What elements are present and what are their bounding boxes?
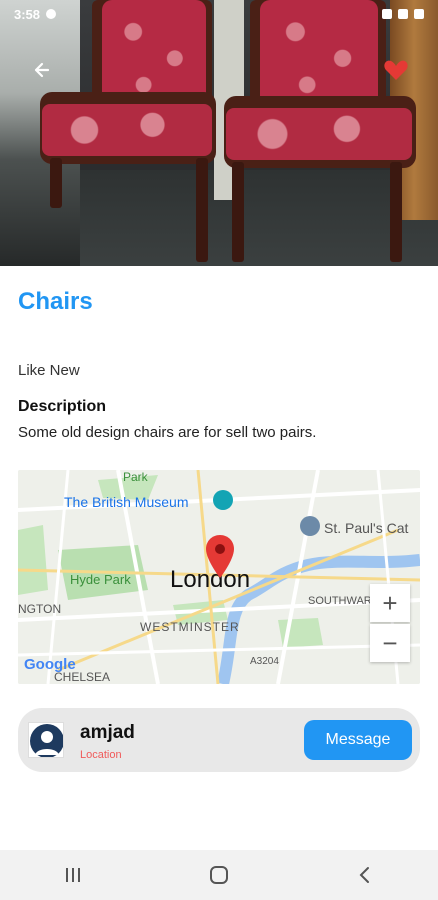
status-icons: [382, 9, 424, 19]
zoom-in-button[interactable]: +: [370, 584, 410, 622]
seller-name: amjad: [80, 722, 135, 743]
map-label-southwark: SOUTHWAR: [308, 595, 372, 607]
home-icon[interactable]: [199, 860, 239, 890]
google-logo: Google: [24, 656, 76, 673]
map-label-british-museum: The British Museum: [64, 494, 189, 510]
battery-icon: [414, 9, 424, 19]
description-label: Description: [18, 398, 107, 415]
avatar-icon: [28, 722, 64, 758]
heart-icon[interactable]: [382, 56, 410, 84]
system-nav-bar: [0, 850, 438, 900]
map-label-westminster: WESTMINSTER: [140, 620, 240, 634]
notification-icon: [46, 9, 57, 19]
zoom-out-button[interactable]: −: [370, 624, 410, 662]
map-label-st-pauls: St. Paul's Cat: [324, 520, 409, 536]
museum-icon: [213, 490, 233, 510]
back-arrow-icon[interactable]: [28, 56, 56, 84]
seller-card: amjad Location Message: [18, 708, 420, 772]
product-image: 3:58: [0, 0, 438, 266]
recents-icon[interactable]: [53, 860, 93, 890]
map-pin-icon[interactable]: [204, 534, 236, 578]
chair-left: [36, 0, 216, 266]
product-condition: Like New: [18, 362, 80, 379]
map-label-road: A3204: [250, 656, 279, 667]
description-text: Some old design chairs are for sell two …: [18, 424, 317, 441]
map-label-hyde-park: Hyde Park: [70, 572, 131, 587]
back-nav-icon[interactable]: [345, 860, 385, 890]
seller-location[interactable]: Location: [80, 749, 122, 761]
message-button[interactable]: Message: [304, 720, 412, 760]
location-map[interactable]: Park The British Museum St. Paul's Cat H…: [18, 470, 420, 684]
map-label-kensington: NGTON: [18, 602, 62, 616]
mute-icon: [382, 9, 392, 19]
map-label-park: Park: [123, 470, 148, 484]
google-attribution: Google: [24, 656, 76, 673]
product-title: Chairs: [18, 288, 93, 315]
wifi-icon: [398, 9, 408, 19]
status-bar: 3:58: [0, 0, 438, 28]
chair-right: [222, 0, 418, 266]
status-time: 3:58: [14, 6, 41, 22]
church-icon: [300, 516, 320, 536]
